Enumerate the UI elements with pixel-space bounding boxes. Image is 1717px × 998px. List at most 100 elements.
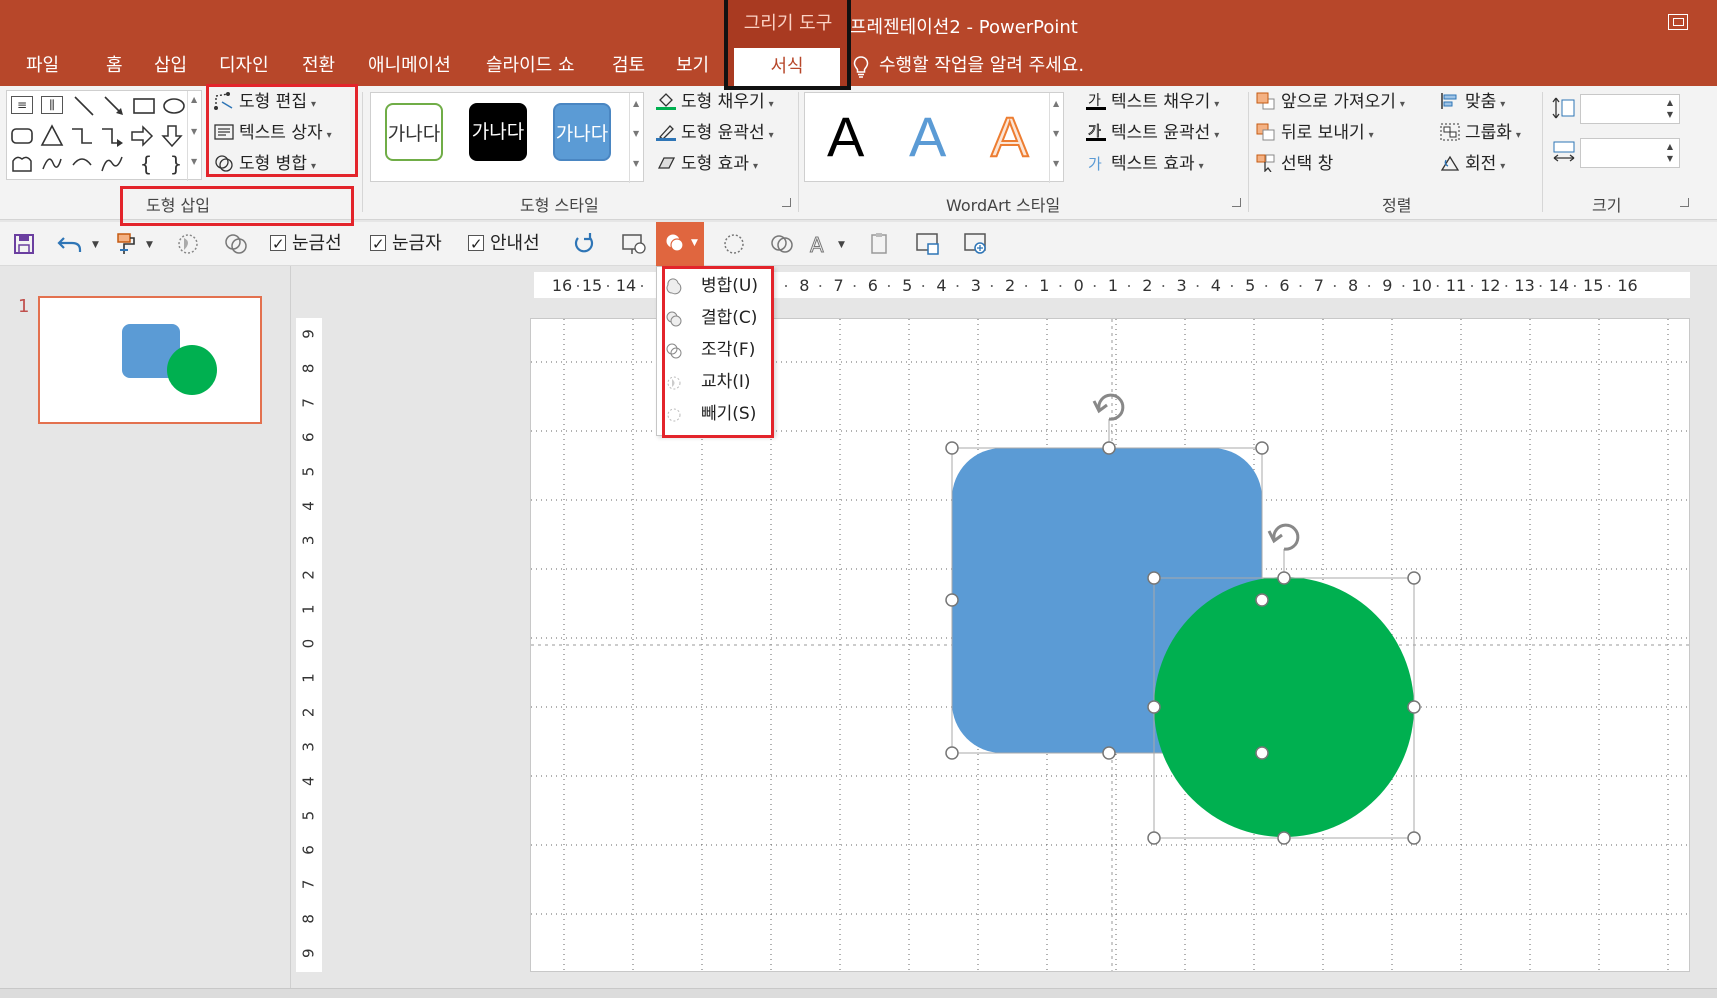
- group-button[interactable]: 그룹화 ▾: [1440, 119, 1521, 147]
- resize-handle[interactable]: [945, 441, 959, 455]
- wordart-style-orange-outline[interactable]: A: [990, 97, 1029, 177]
- selection-pane-button[interactable]: 선택 창: [1256, 150, 1333, 178]
- pane-splitter[interactable]: [290, 266, 291, 998]
- align-button[interactable]: 맞춤 ▾: [1440, 88, 1505, 116]
- tab-animations[interactable]: 애니메이션: [368, 52, 451, 80]
- insert-picture-icon[interactable]: [962, 230, 990, 258]
- tab-design[interactable]: 디자인: [219, 52, 269, 80]
- wordart-styles-gallery[interactable]: A A A ▲ ▼ ▼: [804, 92, 1064, 183]
- resize-handle[interactable]: [1147, 700, 1161, 714]
- elbow-connector-shape-icon[interactable]: [69, 123, 95, 149]
- elbow-arrow-connector-shape-icon[interactable]: [99, 123, 125, 149]
- slide-thumbnail-1[interactable]: [38, 296, 262, 424]
- shape-styles-gallery-scroll[interactable]: ▲ ▼ ▼: [629, 93, 643, 183]
- intersect-shapes-icon[interactable]: [174, 230, 202, 258]
- from-beginning-slideshow-icon[interactable]: [620, 230, 648, 258]
- wordart-style-blue[interactable]: A: [909, 97, 946, 177]
- resize-handle[interactable]: [1407, 700, 1421, 714]
- resize-handle[interactable]: [1102, 746, 1116, 760]
- left-brace-shape-icon[interactable]: {: [133, 151, 159, 177]
- resize-handle[interactable]: [1255, 441, 1269, 455]
- line-shape-icon[interactable]: [71, 93, 97, 119]
- gridlines-checkbox[interactable]: 눈금선: [270, 232, 342, 256]
- chevron-down-icon[interactable]: ▼: [92, 240, 99, 250]
- chevron-down-icon[interactable]: ▼: [146, 240, 153, 250]
- vertical-text-box-shape-icon[interactable]: ⫼: [41, 96, 63, 114]
- oval-shape-icon[interactable]: [161, 93, 187, 119]
- menu-item-intersect[interactable]: 교차(I): [657, 367, 775, 397]
- rotate-button[interactable]: 회전 ▾: [1440, 150, 1505, 178]
- tab-transitions[interactable]: 전환: [302, 52, 335, 80]
- paste-icon[interactable]: [866, 230, 894, 258]
- resize-handle[interactable]: [1102, 441, 1116, 455]
- edit-shape-button[interactable]: 도형 편집 ▾: [214, 88, 316, 116]
- arrow-line-shape-icon[interactable]: [101, 93, 127, 119]
- bring-forward-button[interactable]: 앞으로 가져오기 ▾: [1256, 88, 1405, 116]
- format-painter-icon[interactable]: [114, 230, 142, 258]
- text-effects-button[interactable]: 가 텍스트 효과 ▾: [1086, 150, 1204, 178]
- text-style-icon[interactable]: A: [806, 230, 834, 258]
- scribble-shape-icon[interactable]: [39, 151, 65, 177]
- dialog-launcher-icon[interactable]: [1232, 198, 1241, 207]
- shape-height-input[interactable]: [1580, 94, 1680, 124]
- menu-item-union[interactable]: 병합(U): [657, 271, 775, 301]
- ruler-checkbox[interactable]: 눈금자: [370, 232, 442, 256]
- text-outline-button[interactable]: 가 텍스트 윤곽선 ▾: [1086, 119, 1219, 147]
- dialog-launcher-icon[interactable]: [782, 198, 791, 207]
- shape-width-input[interactable]: [1580, 138, 1680, 168]
- rounded-rectangle-shape-icon[interactable]: [9, 123, 35, 149]
- fragment-shapes-icon[interactable]: [768, 230, 796, 258]
- tab-file[interactable]: 파일: [26, 52, 59, 80]
- tab-review[interactable]: 검토: [612, 52, 645, 80]
- chevron-down-icon[interactable]: ▼: [838, 240, 845, 250]
- merge-shapes-quick-button[interactable]: ▼: [656, 222, 704, 266]
- right-brace-shape-icon[interactable]: }: [163, 151, 189, 177]
- tab-slideshow[interactable]: 슬라이드 쇼: [486, 52, 575, 80]
- dialog-launcher-icon[interactable]: [1680, 198, 1689, 207]
- wordart-gallery-scroll[interactable]: ▲ ▼ ▼: [1049, 93, 1063, 183]
- arc-shape-icon[interactable]: [69, 151, 95, 177]
- shape-style-outline-green[interactable]: 가나다: [385, 103, 443, 161]
- ribbon-display-options-icon[interactable]: [1668, 14, 1688, 30]
- tab-insert[interactable]: 삽입: [154, 52, 187, 80]
- menu-item-combine[interactable]: 결합(C): [657, 303, 775, 333]
- tab-home[interactable]: 홈: [106, 52, 123, 80]
- resize-handle[interactable]: [1255, 593, 1269, 607]
- rectangle-shape-icon[interactable]: [131, 93, 157, 119]
- text-fill-button[interactable]: 가 텍스트 채우기 ▾: [1086, 88, 1219, 116]
- resize-handle[interactable]: [1407, 831, 1421, 845]
- right-arrow-shape-icon[interactable]: [129, 123, 155, 149]
- save-icon[interactable]: [10, 230, 38, 258]
- subtract-shapes-icon[interactable]: [720, 230, 748, 258]
- menu-item-subtract[interactable]: 빼기(S): [657, 399, 775, 429]
- tab-format[interactable]: 서식: [734, 48, 840, 86]
- resize-handle[interactable]: [1147, 571, 1161, 585]
- shape-fill-button[interactable]: 도형 채우기 ▾: [656, 88, 774, 116]
- down-arrow-shape-icon[interactable]: [159, 123, 185, 149]
- resize-handle[interactable]: [1407, 571, 1421, 585]
- freeform-shape-icon[interactable]: [9, 151, 35, 177]
- resize-handle[interactable]: [1255, 746, 1269, 760]
- shape-styles-gallery[interactable]: 가나다 가나다 가나다 ▲ ▼ ▼: [370, 92, 644, 183]
- resize-handle[interactable]: [945, 593, 959, 607]
- resize-handle[interactable]: [1147, 831, 1161, 845]
- rotate-handle-icon[interactable]: [1092, 393, 1125, 421]
- screenshot-icon[interactable]: [914, 230, 942, 258]
- circle-shape[interactable]: [1154, 577, 1414, 837]
- shapes-gallery-scroll[interactable]: ▲ ▼ ▼: [187, 91, 201, 181]
- combine-shapes-icon[interactable]: [222, 230, 250, 258]
- text-box-shape-icon[interactable]: ≡: [11, 96, 33, 114]
- triangle-shape-icon[interactable]: [39, 123, 65, 149]
- send-backward-button[interactable]: 뒤로 보내기 ▾: [1256, 119, 1374, 147]
- menu-item-fragment[interactable]: 조각(F): [657, 335, 775, 365]
- guides-checkbox[interactable]: 안내선: [468, 232, 540, 256]
- rotate-handle-icon[interactable]: [1267, 523, 1300, 551]
- tell-me-search[interactable]: 수행할 작업을 알려 주세요.: [853, 52, 1084, 80]
- resize-handle[interactable]: [1277, 571, 1291, 585]
- shape-outline-button[interactable]: 도형 윤곽선 ▾: [656, 119, 774, 147]
- merge-shapes-button[interactable]: 도형 병합 ▾: [214, 150, 316, 178]
- reset-rotate-icon[interactable]: [570, 230, 598, 258]
- undo-icon[interactable]: [56, 230, 84, 258]
- tab-view[interactable]: 보기: [676, 52, 709, 80]
- shape-style-blue-fill[interactable]: 가나다: [553, 103, 611, 161]
